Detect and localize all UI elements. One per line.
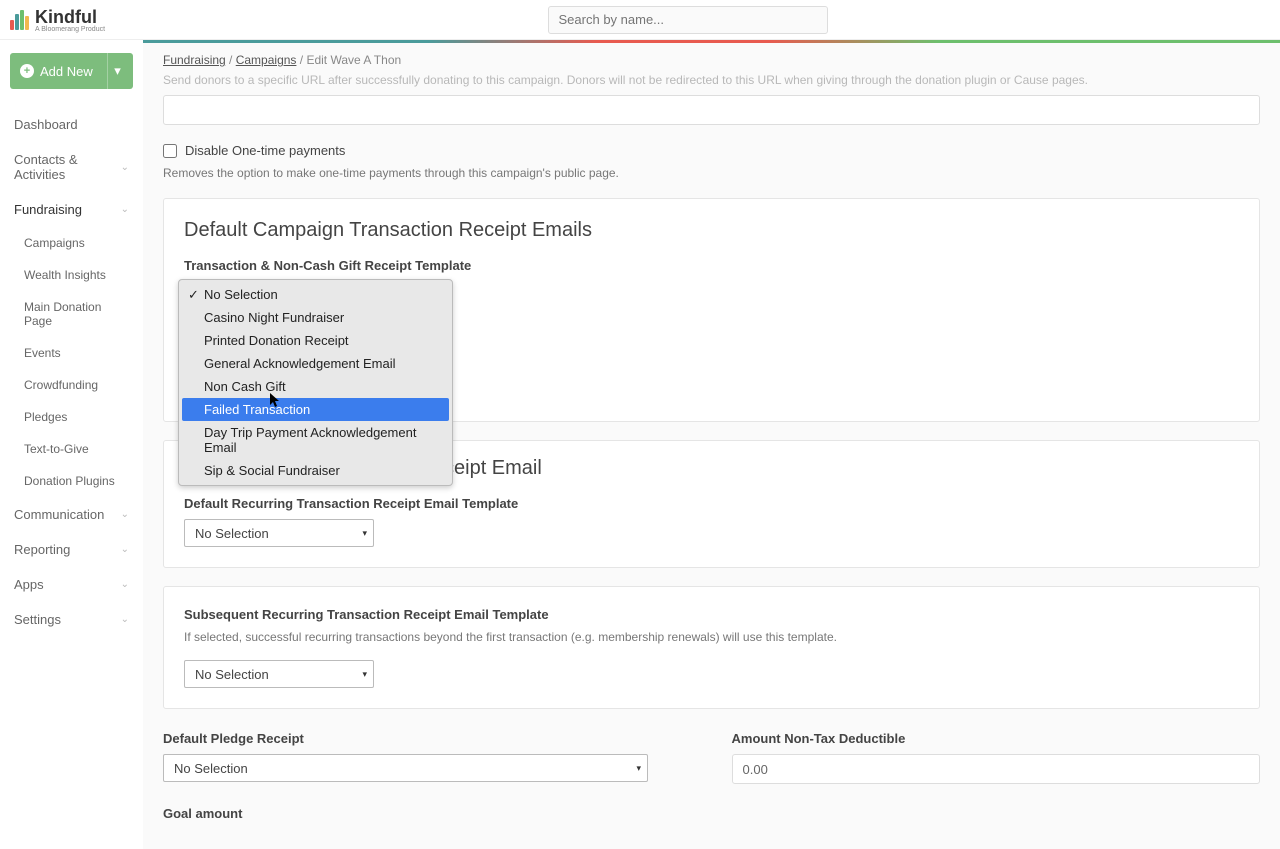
pledge-receipt-select[interactable]: No Selection ▾ bbox=[163, 754, 648, 782]
redirect-help-text: Send donors to a specific URL after succ… bbox=[163, 73, 1260, 87]
select-arrow-icon: ▾ bbox=[362, 669, 367, 680]
sidebar: + Add New ▾ Dashboard Contacts & Activit… bbox=[0, 43, 143, 849]
logo-text: Kindful bbox=[35, 7, 105, 28]
nav-apps[interactable]: Apps⌄ bbox=[10, 567, 133, 602]
nav-communication[interactable]: Communication⌄ bbox=[10, 497, 133, 532]
dropdown-option-noncash[interactable]: Non Cash Gift bbox=[182, 375, 449, 398]
card-default-receipt: Default Campaign Transaction Receipt Ema… bbox=[163, 198, 1260, 422]
dropdown-option-general[interactable]: General Acknowledgement Email bbox=[182, 352, 449, 375]
select-arrow-icon: ▾ bbox=[636, 763, 641, 774]
chevron-down-icon: ⌄ bbox=[121, 614, 129, 625]
field-label-template: Transaction & Non-Cash Gift Receipt Temp… bbox=[184, 258, 1239, 273]
subsequent-help: If selected, successful recurring transa… bbox=[184, 630, 1239, 644]
logo[interactable]: Kindful A Bloomerang Product bbox=[10, 7, 105, 33]
subnav-main-donation[interactable]: Main Donation Page bbox=[20, 291, 133, 337]
select-arrow-icon: ▾ bbox=[362, 528, 367, 539]
subnav-events[interactable]: Events bbox=[20, 337, 133, 369]
subnav-donation-plugins[interactable]: Donation Plugins bbox=[20, 465, 133, 497]
disable-onetime-help: Removes the option to make one-time paym… bbox=[163, 166, 1260, 180]
recurring-template-select[interactable]: No Selection ▾ bbox=[184, 519, 374, 547]
logo-tagline: A Bloomerang Product bbox=[35, 26, 105, 33]
nav-reporting[interactable]: Reporting⌄ bbox=[10, 532, 133, 567]
plus-icon: + bbox=[20, 64, 34, 78]
card-title: Default Campaign Transaction Receipt Ema… bbox=[184, 219, 1239, 242]
main-content: Fundraising / Campaigns / Edit Wave A Th… bbox=[143, 43, 1280, 849]
subsequent-template-select[interactable]: No Selection ▾ bbox=[184, 660, 374, 688]
nav-dashboard[interactable]: Dashboard bbox=[10, 107, 133, 142]
dropdown-option-sip[interactable]: Sip & Social Fundraiser bbox=[182, 459, 449, 482]
redirect-url-input[interactable] bbox=[163, 95, 1260, 125]
disable-onetime-label: Disable One-time payments bbox=[185, 143, 345, 158]
subnav-campaigns[interactable]: Campaigns bbox=[20, 227, 133, 259]
field-label-pledge: Default Pledge Receipt bbox=[163, 731, 692, 746]
dropdown-option-daytrip[interactable]: Day Trip Payment Acknowledgement Email bbox=[182, 421, 449, 459]
breadcrumb-campaigns[interactable]: Campaigns bbox=[236, 53, 297, 67]
logo-bars-icon bbox=[10, 10, 29, 30]
dropdown-option-printed[interactable]: Printed Donation Receipt bbox=[182, 329, 449, 352]
disable-onetime-checkbox[interactable] bbox=[163, 144, 177, 158]
subnav-text-to-give[interactable]: Text-to-Give bbox=[20, 433, 133, 465]
breadcrumb-current: Edit Wave A Thon bbox=[306, 53, 401, 67]
field-label-goal: Goal amount bbox=[163, 806, 1260, 821]
amount-nontax-input[interactable] bbox=[732, 754, 1261, 784]
dropdown-option-no-selection[interactable]: No Selection bbox=[182, 283, 449, 306]
topbar: Kindful A Bloomerang Product bbox=[0, 0, 1280, 40]
nav-contacts[interactable]: Contacts & Activities⌄ bbox=[10, 142, 133, 192]
add-new-button[interactable]: + Add New ▾ bbox=[10, 53, 133, 89]
caret-down-icon[interactable]: ▾ bbox=[107, 53, 127, 89]
nav-fundraising-sub: Campaigns Wealth Insights Main Donation … bbox=[10, 227, 133, 497]
template-dropdown-menu: No Selection Casino Night Fundraiser Pri… bbox=[178, 279, 453, 486]
nav-settings[interactable]: Settings⌄ bbox=[10, 602, 133, 637]
subnav-wealth[interactable]: Wealth Insights bbox=[20, 259, 133, 291]
chevron-down-icon: ⌄ bbox=[121, 579, 129, 590]
field-label-subsequent: Subsequent Recurring Transaction Receipt… bbox=[184, 607, 1239, 622]
chevron-down-icon: ⌄ bbox=[121, 162, 129, 173]
nav-fundraising[interactable]: Fundraising⌄ bbox=[10, 192, 133, 227]
field-label-amount: Amount Non-Tax Deductible bbox=[732, 731, 1261, 746]
dropdown-option-failed[interactable]: Failed Transaction bbox=[182, 398, 449, 421]
subnav-pledges[interactable]: Pledges bbox=[20, 401, 133, 433]
add-new-label: Add New bbox=[40, 64, 93, 79]
card-subsequent-recurring: Subsequent Recurring Transaction Receipt… bbox=[163, 586, 1260, 709]
chevron-down-icon: ⌄ bbox=[121, 204, 129, 215]
chevron-down-icon: ⌄ bbox=[121, 544, 129, 555]
field-label-recurring: Default Recurring Transaction Receipt Em… bbox=[184, 496, 1239, 511]
search-input[interactable] bbox=[548, 6, 828, 34]
subnav-crowdfunding[interactable]: Crowdfunding bbox=[20, 369, 133, 401]
breadcrumb: Fundraising / Campaigns / Edit Wave A Th… bbox=[143, 43, 1280, 73]
breadcrumb-fundraising[interactable]: Fundraising bbox=[163, 53, 226, 67]
dropdown-option-casino[interactable]: Casino Night Fundraiser bbox=[182, 306, 449, 329]
chevron-down-icon: ⌄ bbox=[121, 509, 129, 520]
